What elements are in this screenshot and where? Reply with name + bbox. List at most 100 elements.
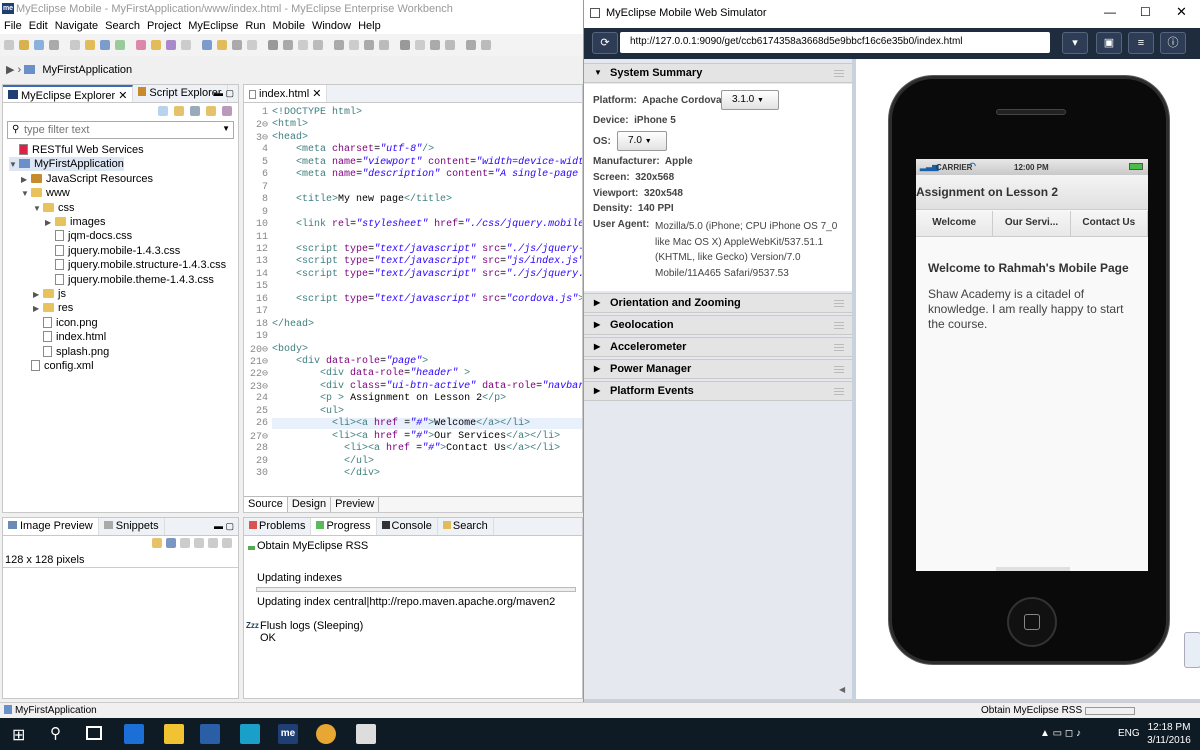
cordova-version-select[interactable]: 3.1.0 ▼ [721,90,779,110]
url-field[interactable]: http://127.0.0.1:9090/get/ccb6174358a366… [620,32,1050,53]
toolbar-button-3-icon[interactable] [34,40,44,50]
windows-start-icon[interactable]: ⊞ [12,725,25,745]
splitter[interactable] [852,59,856,699]
code-line[interactable]: <title>My new page</title> [272,194,452,205]
code-line[interactable]: </div> [272,468,380,479]
toolbar-button-4-icon[interactable] [49,40,59,50]
tree-item[interactable]: config.xml [21,359,94,373]
tab-image-preview[interactable]: Image Preview [3,518,99,535]
tree-item[interactable]: index.html [33,330,106,344]
save-icon[interactable]: ▣ [1096,32,1122,54]
toolbar-button-19-icon[interactable] [298,40,308,50]
tray-icons[interactable]: ▲ ▭ ◻ ♪ [1040,728,1081,739]
code-line[interactable]: <body> [272,344,308,355]
code-line[interactable]: <div class="ui-btn-active" data-role="na… [272,381,582,392]
code-line[interactable]: <meta charset="utf-8"/> [272,144,434,155]
clock-time[interactable]: 12:18 PM [1146,722,1192,733]
code-line[interactable]: <html> [272,119,308,130]
tree-item[interactable]: jquery.mobile.theme-1.4.3.css [45,273,214,287]
tab-progress[interactable]: Progress [311,518,377,535]
expand-down-icon[interactable]: ▼ [9,158,19,172]
toolbar-button-21-icon[interactable] [334,40,344,50]
tree-item[interactable]: RESTful Web Services [9,143,144,157]
toolbar-button-7-icon[interactable] [100,40,110,50]
breadcrumb-project[interactable]: MyFirstApplication [42,64,132,76]
tree-item[interactable]: ▶ res [33,301,73,315]
clock-date[interactable]: 3/11/2016 [1144,735,1194,746]
toolbar-button-17-icon[interactable] [268,40,278,50]
tab-snippets[interactable]: Snippets [99,518,165,535]
toolbar-button-10-icon[interactable] [151,40,161,50]
drag-handle-icon[interactable] [834,322,844,329]
tree-item[interactable]: ▼ css [33,201,75,215]
toolbar-button-25-icon[interactable] [400,40,410,50]
chevron-down-icon[interactable]: ▼ [222,124,230,133]
os-version-select[interactable]: 7.0 ▼ [617,131,667,151]
menu-mobile[interactable]: Mobile [273,18,305,34]
maximize-icon[interactable]: ▬ ▢ [214,521,234,532]
tab-index-html[interactable]: index.html ✕ [244,85,328,102]
tree-item[interactable]: splash.png [33,345,109,359]
tab-search[interactable]: Search [438,518,494,535]
home-button[interactable] [1007,597,1057,647]
nav-link[interactable]: Contact Us [1071,211,1148,236]
background-icon[interactable] [222,538,232,548]
toolbar-button-18-icon[interactable] [283,40,293,50]
toolbar-button-15-icon[interactable] [232,40,242,50]
code-line[interactable]: <div data-role="header" > [272,368,470,379]
expand-down-icon[interactable]: ▼ [33,202,43,216]
menu-edit[interactable]: Edit [29,18,48,34]
nav-link[interactable]: Welcome [916,211,994,236]
toolbar-button-20-icon[interactable] [313,40,323,50]
file-explorer-icon[interactable] [164,724,184,744]
minimize-window-icon[interactable]: — [1104,5,1116,19]
drag-handle-icon[interactable] [834,388,844,395]
code-line[interactable]: <script type="text/javascript" src="./js… [272,269,582,280]
toolbar-button-29-icon[interactable] [466,40,476,50]
tree-item[interactable]: jquery.mobile.structure-1.4.3.css [45,258,226,272]
code-line[interactable]: <li><a href ="#">Contact Us</a></li> [272,443,560,454]
toolbar-button-30-icon[interactable] [481,40,491,50]
toolbar-button-9-icon[interactable] [136,40,146,50]
tree-item[interactable]: icon.png [33,316,98,330]
myeclipse-taskbar-icon[interactable]: me [278,724,298,744]
section-orientation-and-zooming[interactable]: ▶ Orientation and Zooming [584,293,852,313]
toolbar-button-23-icon[interactable] [364,40,374,50]
export-icon[interactable] [166,538,176,548]
tree-item[interactable]: ▶ js [33,287,66,301]
code-line[interactable]: </ul> [272,456,374,467]
expand-right-icon[interactable]: ▶ [33,288,43,302]
search-taskbar-icon[interactable]: ⚲ [50,724,61,742]
nav-link[interactable]: Our Servi... [993,211,1071,236]
menu-navigate[interactable]: Navigate [55,18,98,34]
toolbar-button-16-icon[interactable] [247,40,257,50]
breadcrumb[interactable]: ▶ › MyFirstApplication [0,58,583,80]
code-line[interactable]: <ul> [272,406,344,417]
minimize-icon[interactable]: ▬ ▢ [214,88,234,99]
menu-file[interactable]: File [4,18,22,34]
code-line[interactable]: <li><a href ="#">Welcome</a></li> [272,418,582,430]
menu-project[interactable]: Project [147,18,181,34]
code-line[interactable]: <p > Assignment on Lesson 2</p> [272,393,506,404]
toolbar-button-26-icon[interactable] [415,40,425,50]
tab-problems[interactable]: Problems [244,518,312,535]
menu-help[interactable]: Help [358,18,381,34]
filter-input[interactable] [24,123,224,137]
tree-item[interactable]: ▶ JavaScript Resources [21,172,153,186]
toolbar-button-24-icon[interactable] [379,40,389,50]
url-dropdown-icon[interactable]: ▾ [1062,32,1088,54]
drag-handle-icon[interactable] [834,70,844,77]
toolbar-button-1-icon[interactable] [4,40,14,50]
section-accelerometer[interactable]: ▶ Accelerometer [584,337,852,357]
view-menu-icon[interactable] [190,106,200,116]
code-line[interactable]: </head> [272,319,314,330]
code-line[interactable]: <!DOCTYPE html> [272,107,362,118]
drag-handle-icon[interactable] [834,300,844,307]
expand-down-icon[interactable]: ▼ [21,187,31,201]
toolbar-button-2-icon[interactable] [19,40,29,50]
toolbar-button-13-icon[interactable] [202,40,212,50]
filter-icon[interactable] [222,106,232,116]
toolbar-button-11-icon[interactable] [166,40,176,50]
fit-icon[interactable] [208,538,218,548]
edge-icon[interactable] [124,724,144,744]
